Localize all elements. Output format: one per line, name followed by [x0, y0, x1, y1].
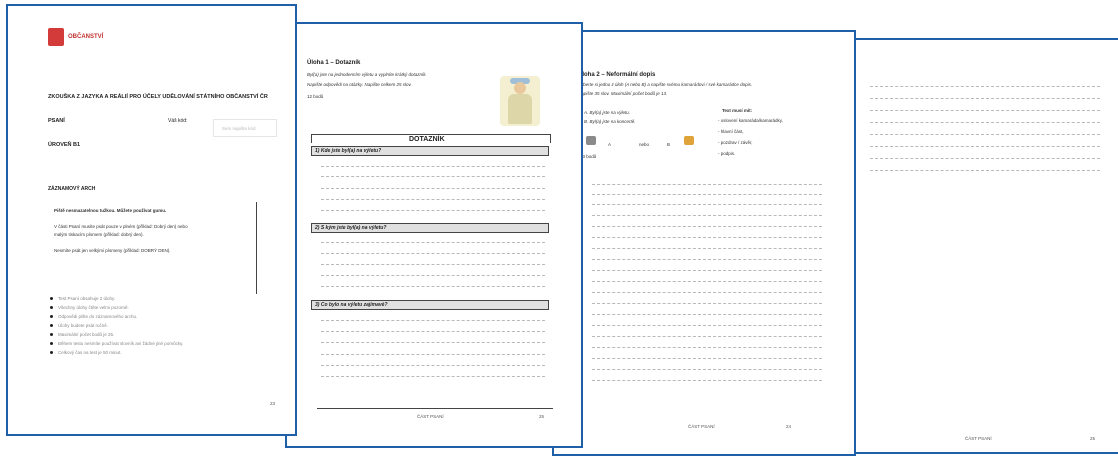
rule-2b: malým tiskacím písmem (příklad: dobrý de… — [54, 232, 144, 237]
task-instruction-1: Vyberte si jednu z úloh (A nebo B) a nap… — [578, 82, 753, 87]
writing-line — [321, 342, 545, 343]
document-page-2: Úloha 1 – Dotazník Byl(a) jste na jednod… — [285, 22, 583, 448]
list-item: Úlohy budete psát ručně. — [49, 323, 183, 328]
traveler-illustration — [500, 76, 540, 126]
writing-line — [321, 166, 545, 167]
points-label: 12 bodů — [307, 94, 324, 99]
task-title: Úloha 1 – Dotazník — [307, 60, 361, 66]
page-footer: ČÁST PSANÍ — [417, 414, 444, 419]
writing-line — [592, 292, 822, 293]
instructions-box: Piště nesmazatelnou tužkou. Můžete použí… — [48, 202, 257, 294]
exam-title: ZKOUŠKA Z JAZYKA A REÁLIÍ PRO ÚČELY UDĚL… — [48, 94, 268, 100]
page-number: 23 — [270, 401, 276, 406]
level-label: ÚROVEŇ B1 — [48, 142, 81, 148]
must-item-4: - podpis. — [718, 151, 736, 156]
writing-line — [321, 242, 545, 243]
writing-line — [592, 184, 822, 185]
writing-line — [321, 286, 545, 287]
question-3: 3) Co bylo na výletu zajímavé? — [311, 300, 549, 310]
rule-1: Piště nesmazatelnou tužkou. Můžete použí… — [54, 208, 167, 213]
list-item: Všechny úlohy čtěte velmi pozorně. — [49, 305, 183, 310]
document-page-1: OBČANSTVÍ ZKOUŠKA Z JAZYKA A REÁLIÍ PRO … — [6, 4, 297, 436]
exam-info-list: Test Psaní obsahuje 2 úlohy. Všechny úlo… — [48, 296, 183, 359]
list-item: Test Psaní obsahuje 2 úlohy. — [49, 296, 183, 301]
writing-line — [592, 215, 822, 216]
writing-line — [870, 170, 1100, 171]
writing-line — [321, 210, 545, 211]
page-number: 25 — [1090, 436, 1096, 441]
choice-a-label: A — [608, 142, 612, 147]
writing-line — [592, 204, 822, 205]
document-page-4: ČÁST PSANÍ 25 — [838, 38, 1118, 454]
task-instruction-2: Napište 35 slov. Maximální počet bodů je… — [578, 91, 668, 96]
writing-line — [321, 365, 545, 366]
writing-line — [592, 369, 822, 370]
writing-line — [592, 358, 822, 359]
writing-line — [592, 303, 822, 304]
writing-line — [321, 176, 545, 177]
concert-icon — [684, 136, 694, 145]
writing-line — [592, 237, 822, 238]
writing-line — [592, 314, 822, 315]
writing-line — [870, 146, 1100, 147]
writing-line — [321, 354, 545, 355]
writing-line — [592, 270, 822, 271]
writing-line — [321, 331, 545, 332]
rule-2a: V části Psaní musíte psát pouze v plném … — [54, 224, 188, 229]
writing-line — [321, 264, 545, 265]
must-item-2: - hlavní část, — [718, 129, 744, 134]
list-item: Odpovědi pište do záznamového archu. — [49, 314, 183, 319]
task-instruction-2: Napište odpovědi na otázky. Napište celk… — [307, 82, 412, 87]
writing-line — [592, 325, 822, 326]
rule-3: Nesmíte psát jen velkými písmeny (příkla… — [54, 248, 171, 253]
writing-line — [592, 347, 822, 348]
page-number: 24 — [786, 424, 792, 429]
must-item-3: - pozdrav / závěr, — [718, 140, 753, 145]
page-footer: ČÁST PSANÍ — [965, 436, 992, 441]
bicycle-icon — [586, 136, 596, 145]
brand-label: OBČANSTVÍ — [68, 34, 104, 40]
writing-line — [592, 226, 822, 227]
writing-line — [592, 248, 822, 249]
document-page-3: Úloha 2 – Neformální dopis Vyberte si je… — [552, 30, 856, 456]
writing-line — [592, 336, 822, 337]
list-item: Celkový čas na test je 50 minut. — [49, 350, 183, 355]
choice-b-label: B — [667, 142, 671, 147]
writing-line — [870, 98, 1100, 99]
task-title: Úloha 2 – Neformální dopis — [578, 72, 656, 78]
code-field[interactable]: Sem napište kód — [213, 119, 277, 137]
writing-line — [321, 320, 545, 321]
writing-line — [321, 275, 545, 276]
page-footer: ČÁST PSANÍ — [688, 424, 715, 429]
writing-line — [321, 376, 545, 377]
writing-line — [321, 188, 545, 189]
writing-line — [321, 199, 545, 200]
writing-line — [870, 122, 1100, 123]
question-2: 2) S kým jste byl(a) na výletu? — [311, 223, 549, 233]
writing-line — [870, 86, 1100, 87]
citizenship-logo-icon — [48, 28, 64, 46]
writing-line — [592, 194, 822, 195]
question-1: 1) Kde jste byl(a) na výletu? — [311, 146, 549, 156]
answer-sheet-heading: ZÁZNAMOVÝ ARCH — [48, 186, 96, 192]
list-item: Během testu nesmíte používat slovník ani… — [49, 341, 184, 346]
option-b: B. Byl(a) jste na koncertě. — [584, 119, 636, 124]
page-number: 25 — [539, 414, 545, 419]
form-title: DOTAZNÍK — [409, 136, 445, 143]
writing-line — [870, 158, 1100, 159]
list-item: Maximální počet bodů je 25. — [49, 332, 183, 337]
writing-line — [592, 380, 822, 381]
must-item-1: - oslovení kamaráda/kamarádky, — [718, 118, 783, 123]
writing-line — [321, 253, 545, 254]
writing-line — [592, 259, 822, 260]
must-header: Text musí mít: — [722, 108, 753, 113]
choice-or-label: nebo — [639, 142, 650, 147]
task-instruction-1: Byl(a) jste na jednodenním výletu a vypl… — [307, 72, 427, 77]
writing-line — [592, 281, 822, 282]
option-a: A. Byl(a) jste na výletu. — [584, 110, 631, 115]
section-label: PSANÍ — [48, 118, 65, 124]
code-label: Váš kód: — [168, 118, 188, 124]
writing-line — [870, 134, 1100, 135]
writing-line — [870, 110, 1100, 111]
